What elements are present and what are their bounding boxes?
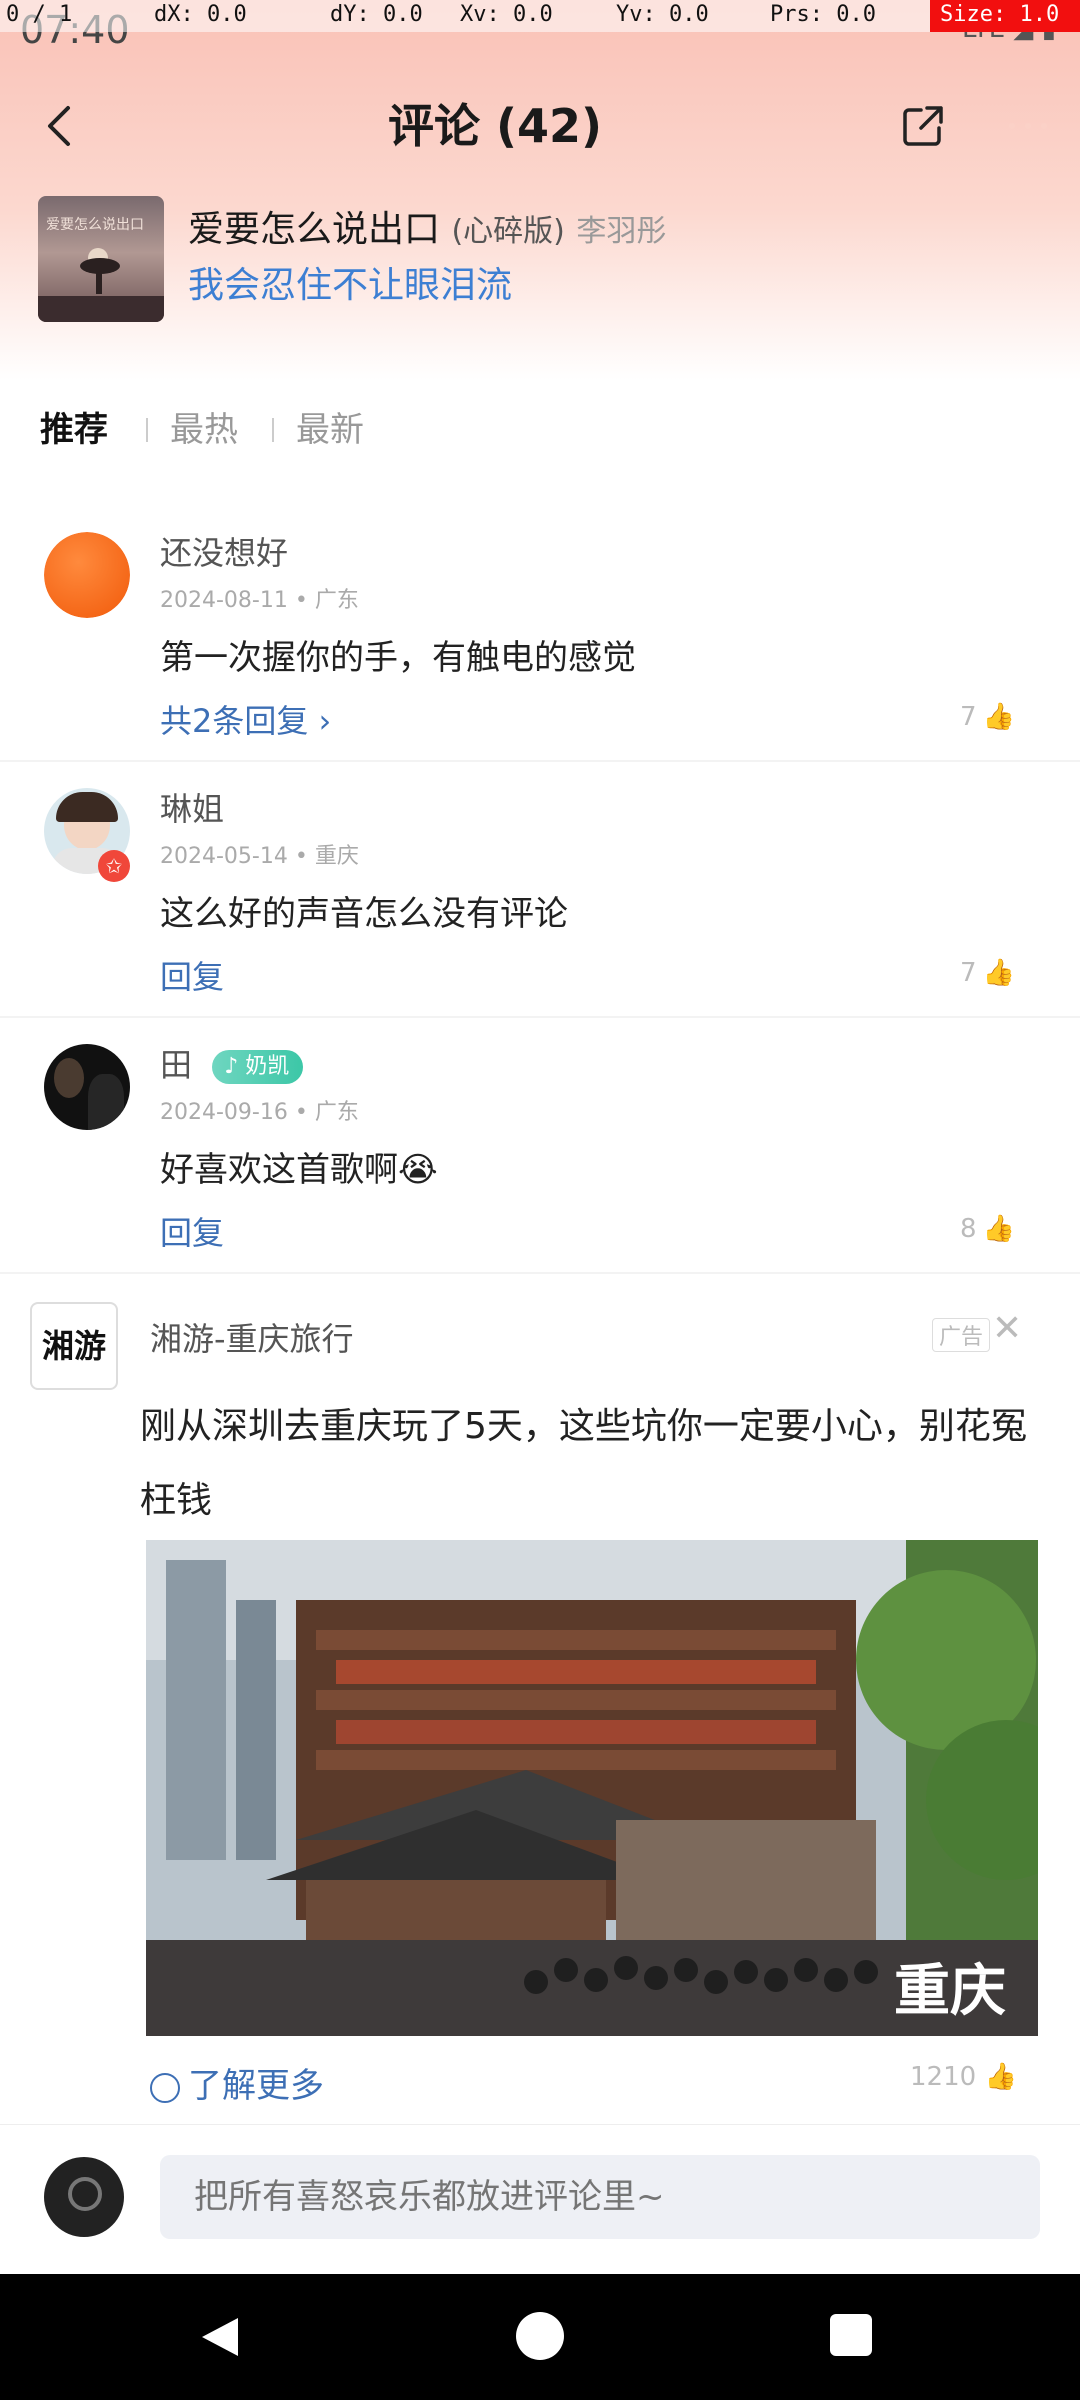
- comment-meta: 2024-09-16 • 广东: [160, 1100, 359, 1125]
- learn-more-label: 了解更多: [188, 2066, 324, 2106]
- avatar[interactable]: [44, 532, 130, 618]
- reply-count-link[interactable]: 共2条回复 ›: [160, 696, 331, 742]
- comment-author-row: 田 ♪ 奶凯: [160, 1040, 304, 1086]
- close-icon[interactable]: ✕: [992, 1308, 1022, 1349]
- ad-advertiser-name[interactable]: 湘游-重庆旅行: [150, 1314, 354, 1360]
- info-circle-icon: [150, 2072, 180, 2103]
- like-count: 8: [960, 1214, 977, 1244]
- nav-back-icon[interactable]: [198, 2314, 242, 2360]
- avatar[interactable]: [44, 1044, 130, 1130]
- thumb-up-icon: 👍: [982, 958, 1015, 988]
- like-count: 7: [960, 958, 977, 988]
- ad-image[interactable]: 重庆: [146, 1540, 1038, 2036]
- comment-item: 还没想好 2024-08-11 • 广东 第一次握你的手，有触电的感觉 共2条回…: [0, 510, 1080, 760]
- more-icon: [1009, 123, 1047, 129]
- ad-label: 广告: [932, 1318, 991, 1352]
- like-button[interactable]: 7 👍: [960, 958, 1015, 988]
- chevron-left-icon: [48, 106, 70, 146]
- song-lyric: 我会忍住不让眼泪流: [188, 265, 513, 306]
- comment-tabs: 推荐 最热 最新: [0, 372, 1080, 492]
- chongqing-photo: 重庆: [146, 1540, 1038, 2036]
- divider: [0, 1016, 1080, 1018]
- comment-meta: 2024-05-14 • 重庆: [160, 844, 359, 869]
- tab-recommend[interactable]: 推荐: [40, 402, 108, 451]
- back-button[interactable]: [0, 64, 118, 188]
- divider: [0, 1272, 1080, 1274]
- debug-xv: Xv: 0.0: [460, 2, 553, 27]
- comment-author[interactable]: 还没想好: [160, 528, 288, 574]
- vip-badge: ♪ 奶凯: [212, 1050, 304, 1084]
- comment-meta: 2024-08-11 • 广东: [160, 588, 359, 613]
- song-version: (心碎版): [451, 214, 565, 249]
- like-count: 1210: [910, 2062, 977, 2092]
- reply-link[interactable]: 回复: [160, 1208, 224, 1254]
- thumb-up-icon: 👍: [982, 1214, 1015, 1244]
- my-avatar[interactable]: [44, 2157, 124, 2237]
- star-badge-icon: ✩: [98, 850, 130, 882]
- debug-size: Size: 1.0: [930, 0, 1080, 32]
- tab-separator: [146, 418, 148, 442]
- page-title: 评论 (42): [387, 99, 603, 153]
- like-count: 7: [960, 702, 977, 732]
- ad-image-caption: 重庆: [894, 1958, 1006, 2024]
- share-button[interactable]: [872, 64, 974, 188]
- comment-author[interactable]: 琳姐: [160, 784, 224, 830]
- debug-prs: Prs: 0.0: [770, 2, 876, 27]
- system-navigation-bar: [0, 2274, 1080, 2400]
- comment-input-bar: [0, 2124, 1080, 2274]
- learn-more-button[interactable]: 了解更多: [150, 2058, 324, 2107]
- comment-item: 田 ♪ 奶凯 2024-09-16 • 广东 好喜欢这首歌啊😭 回复 8 👍: [0, 1022, 1080, 1272]
- pointer-debug-bar: 0 / 1 dX: 0.0 dY: 0.0 Xv: 0.0 Yv: 0.0 Pr…: [0, 0, 1080, 32]
- comment-author[interactable]: 田: [160, 1046, 192, 1084]
- tab-hottest[interactable]: 最热: [170, 402, 238, 451]
- comment-text: 好喜欢这首歌啊😭: [160, 1150, 438, 1190]
- reply-link[interactable]: 回复: [160, 952, 224, 998]
- comment-input[interactable]: [160, 2155, 1040, 2239]
- comment-input-box[interactable]: [160, 2155, 1040, 2239]
- comment-text: 第一次握你的手，有触电的感觉: [160, 638, 636, 678]
- debug-dy: dY: 0.0: [330, 2, 423, 27]
- song-card[interactable]: 爱要怎么说出口 爱要怎么说出口 (心碎版) 李羽彤 我会忍住不让眼泪流: [38, 190, 1042, 324]
- share-external-icon: [903, 106, 943, 146]
- vip-badge-label: 奶凯: [245, 1054, 290, 1079]
- ad-card[interactable]: 湘游 湘游-重庆旅行 广告 ✕ 刚从深圳去重庆玩了5天，这些坑你一定要小心，别花…: [0, 1278, 1080, 2122]
- song-cover: 爱要怎么说出口: [38, 196, 164, 322]
- comment-item: ✩ 琳姐 2024-05-14 • 重庆 这么好的声音怎么没有评论 回复 7 👍: [0, 766, 1080, 1016]
- song-artist: 李羽彤: [576, 214, 667, 249]
- tab-separator: [272, 418, 274, 442]
- song-title-row: 爱要怎么说出口 (心碎版) 李羽彤: [188, 200, 666, 250]
- cover-text: 爱要怎么说出口: [46, 217, 144, 233]
- like-button[interactable]: 7 👍: [960, 702, 1015, 732]
- top-navigation: 评论 (42): [0, 64, 1080, 188]
- comment-text: 这么好的声音怎么没有评论: [160, 894, 568, 934]
- tab-newest[interactable]: 最新: [296, 402, 364, 451]
- thumb-up-icon: 👍: [984, 2062, 1017, 2092]
- nav-recents-icon[interactable]: [830, 2314, 872, 2356]
- divider: [0, 760, 1080, 762]
- nav-home-icon[interactable]: [516, 2312, 564, 2360]
- debug-pointer: 0 / 1: [6, 2, 73, 27]
- debug-yv: Yv: 0.0: [616, 2, 709, 27]
- thumb-up-icon: 👍: [982, 702, 1015, 732]
- song-title: 爱要怎么说出口: [188, 209, 441, 250]
- ad-like-button[interactable]: 1210 👍: [910, 2062, 1017, 2092]
- like-button[interactable]: 8 👍: [960, 1214, 1015, 1244]
- ad-logo: 湘游: [30, 1302, 118, 1390]
- more-button[interactable]: [976, 64, 1080, 188]
- ad-text: 刚从深圳去重庆玩了5天，这些坑你一定要小心，别花冤枉钱: [140, 1406, 1027, 1521]
- debug-dx: dX: 0.0: [154, 2, 247, 27]
